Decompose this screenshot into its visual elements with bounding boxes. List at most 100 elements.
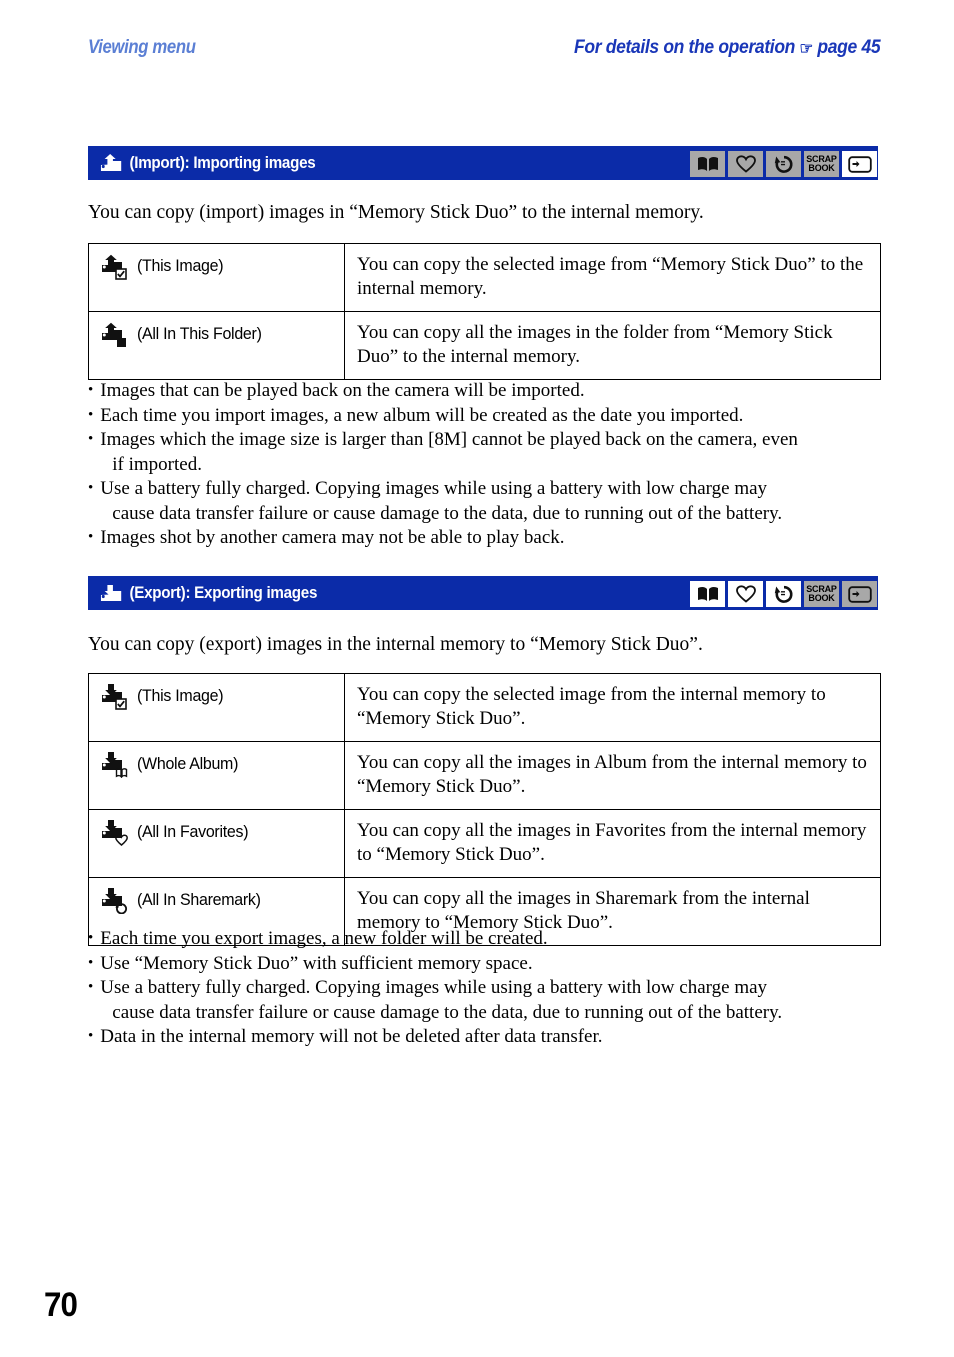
export-row-desc-cell: You can copy the selected image from the… <box>344 673 881 742</box>
bullet-dot: • <box>88 930 94 946</box>
bullet-dot: • <box>88 431 94 447</box>
mode-icon-tag[interactable] <box>842 581 877 607</box>
mode-icon-tag[interactable] <box>842 151 877 177</box>
list-item: • Use a battery fully charged. Copying i… <box>88 477 888 526</box>
note-text: Use “Memory Stick Duo” with sufficient m… <box>100 952 533 974</box>
export-banner-title: (Export): Exporting images <box>89 583 317 603</box>
table-row: (This Image) You can copy the selected i… <box>88 243 881 312</box>
list-item: • Each time you export images, a new fol… <box>88 927 888 952</box>
export-mode-icon-strip: SCRAP BOOK <box>690 577 877 611</box>
page-header-reference: For details on the operation ☞ page 45 <box>573 36 881 59</box>
export-row-desc: You can copy the selected image from the… <box>357 684 826 729</box>
scrapbook-line-2: BOOK <box>808 593 835 603</box>
page-header-section-title: Viewing menu <box>88 37 196 58</box>
export-banner-label: (Export): Exporting images <box>129 583 318 602</box>
note-text: Images which the image size is larger th… <box>100 428 888 477</box>
page-header: Viewing menu For details on the operatio… <box>88 36 880 66</box>
bullet-dot: • <box>88 382 94 398</box>
mode-icon-sharemark[interactable] <box>766 151 801 177</box>
scrapbook-line-2: BOOK <box>808 163 835 173</box>
note-text: Images shot by another camera may not be… <box>100 527 565 548</box>
export-row-label-cell: (Whole Album) <box>88 741 345 810</box>
export-whole-album-icon <box>100 752 130 778</box>
list-item: • Use a battery fully charged. Copying i… <box>88 976 888 1025</box>
table-row: (Whole Album) You can copy all the image… <box>88 741 881 810</box>
mode-icon-album[interactable] <box>690 151 725 177</box>
mode-icon-favorites[interactable] <box>728 581 763 607</box>
export-section-banner: (Export): Exporting images SCRAP BOOK <box>88 576 878 610</box>
export-row-desc-cell: You can copy all the images in Favorites… <box>344 809 881 878</box>
note-line-1: Use a battery fully charged. Copying ima… <box>100 977 768 998</box>
export-all-in-sharemark-icon <box>100 888 130 914</box>
export-row-label-cell: (This Image) <box>88 673 345 742</box>
export-this-image-icon <box>100 684 130 710</box>
export-notes-list: • Each time you export images, a new fol… <box>88 927 888 1050</box>
export-intro-text: You can copy (export) images in the inte… <box>88 634 703 655</box>
import-row-label: (This Image) <box>137 256 224 275</box>
export-card-down-arrow-icon <box>99 583 123 603</box>
import-section-banner: (Import): Importing images SCRAP BOOK <box>88 146 878 180</box>
note-text: Data in the internal memory will not be … <box>100 1026 603 1047</box>
import-row-desc-cell: You can copy the selected image from “Me… <box>344 243 881 312</box>
export-row-label: (All In Sharemark) <box>137 890 261 909</box>
mode-icon-scrapbook[interactable]: SCRAP BOOK <box>804 581 839 607</box>
import-notes-list: • Images that can be played back on the … <box>88 379 888 551</box>
export-row-label: (All In Favorites) <box>137 822 249 841</box>
note-line-2: cause data transfer failure or cause dam… <box>112 1001 783 1023</box>
mode-icon-album[interactable] <box>690 581 725 607</box>
import-mode-icon-strip: SCRAP BOOK <box>690 147 877 181</box>
export-all-in-favorites-icon <box>100 820 130 846</box>
export-row-label: (Whole Album) <box>137 754 239 773</box>
bullet-dot: • <box>88 406 94 423</box>
note-line-1: Images which the image size is larger th… <box>100 429 798 450</box>
mode-icon-scrapbook[interactable]: SCRAP BOOK <box>804 151 839 177</box>
list-item: • Use “Memory Stick Duo” with sufficient… <box>88 952 888 977</box>
export-row-desc-cell: You can copy all the images in Album fro… <box>344 741 881 810</box>
import-all-in-folder-icon <box>100 322 130 348</box>
export-row-label: (This Image) <box>137 686 224 705</box>
export-row-desc: You can copy all the images in Album fro… <box>357 752 867 797</box>
import-banner-label: (Import): Importing images <box>129 153 316 172</box>
import-row-desc: You can copy all the images in the folde… <box>357 322 833 367</box>
note-line-2: cause data transfer failure or cause dam… <box>112 502 783 524</box>
bullet-dot: • <box>88 979 94 995</box>
pointing-hand-icon: ☞ <box>799 39 813 58</box>
note-text: Each time you import images, a new album… <box>100 404 744 426</box>
note-text: Each time you export images, a new folde… <box>100 928 548 949</box>
note-text: Images that can be played back on the ca… <box>100 380 585 401</box>
export-row-desc: You can copy all the images in Favorites… <box>357 820 867 865</box>
export-options-table: (This Image) You can copy the selected i… <box>88 673 881 946</box>
mode-icon-sharemark[interactable] <box>766 581 801 607</box>
import-options-table: (This Image) You can copy the selected i… <box>88 243 881 380</box>
reference-text: For details on the operation <box>573 36 795 58</box>
mode-icon-favorites[interactable] <box>728 151 763 177</box>
import-row-label: (All In This Folder) <box>137 324 262 343</box>
import-banner-title: (Import): Importing images <box>89 153 316 173</box>
import-row-desc: You can copy the selected image from “Me… <box>357 254 864 299</box>
list-item: • Images shot by another camera may not … <box>88 526 888 551</box>
table-row: (All In Favorites) You can copy all the … <box>88 809 881 878</box>
table-row: (This Image) You can copy the selected i… <box>88 673 881 742</box>
bullet-dot: • <box>88 954 94 971</box>
import-intro-text: You can copy (import) images in “Memory … <box>88 202 704 223</box>
bullet-dot: • <box>88 529 94 545</box>
import-card-up-arrow-icon <box>99 153 123 173</box>
list-item: • Images that can be played back on the … <box>88 379 888 404</box>
import-row-desc-cell: You can copy all the images in the folde… <box>344 311 881 380</box>
list-item: • Images which the image size is larger … <box>88 428 888 477</box>
reference-page: page 45 <box>817 36 880 58</box>
note-line-1: Use a battery fully charged. Copying ima… <box>100 478 768 499</box>
note-text: Use a battery fully charged. Copying ima… <box>100 976 888 1025</box>
note-text: Use a battery fully charged. Copying ima… <box>100 477 888 526</box>
page-number: 70 <box>44 1286 78 1324</box>
import-this-image-icon <box>100 254 130 280</box>
bullet-dot: • <box>88 480 94 496</box>
export-row-label-cell: (All In Favorites) <box>88 809 345 878</box>
table-row: (All In This Folder) You can copy all th… <box>88 311 881 380</box>
note-line-2: if imported. <box>112 453 202 475</box>
import-row-label-cell: (All In This Folder) <box>88 311 345 380</box>
list-item: • Each time you import images, a new alb… <box>88 404 888 429</box>
list-item: • Data in the internal memory will not b… <box>88 1025 888 1050</box>
import-row-label-cell: (This Image) <box>88 243 345 312</box>
bullet-dot: • <box>88 1028 94 1044</box>
